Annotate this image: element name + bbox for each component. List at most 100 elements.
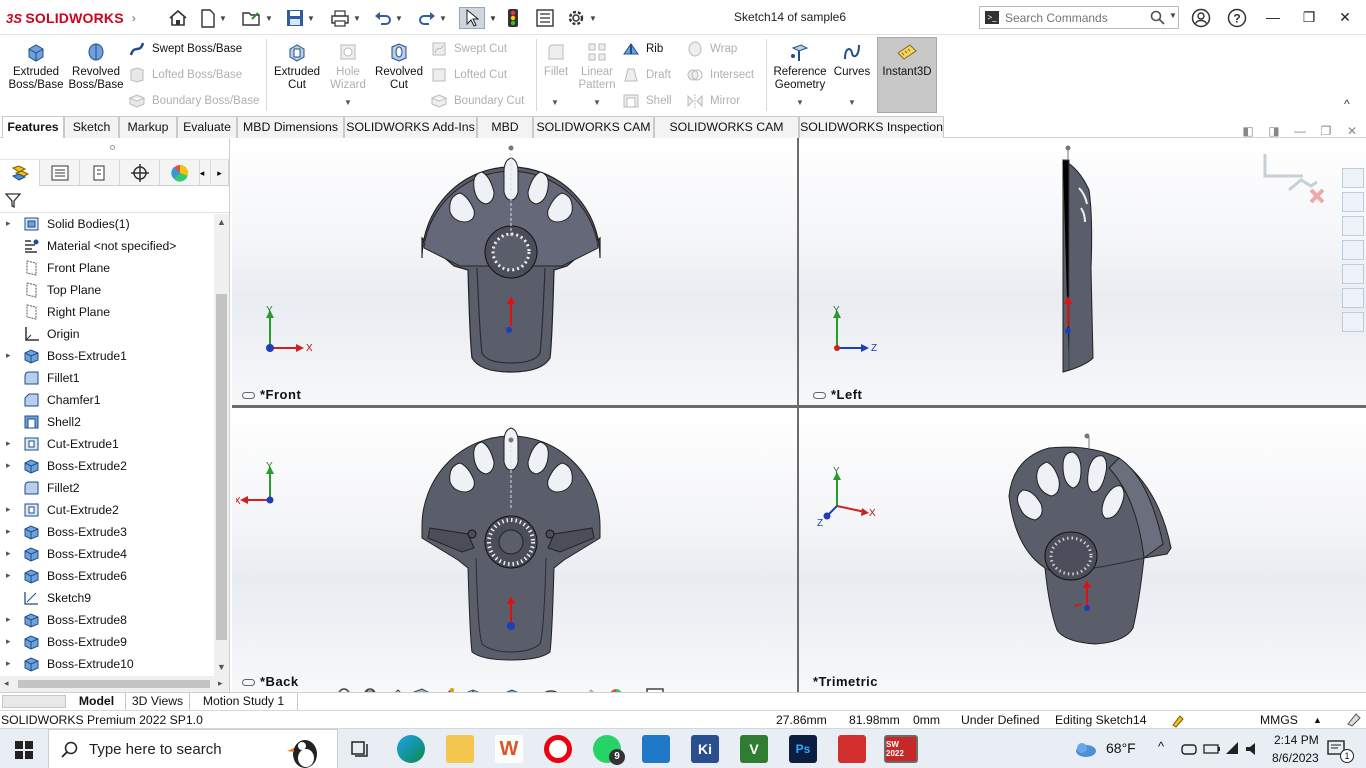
help-icon[interactable]: ? <box>1227 8 1247 28</box>
extruded-cut-button[interactable]: Extruded Cut <box>270 41 324 92</box>
task-view-icon[interactable] <box>351 740 371 758</box>
tab-solidworks-cam[interactable]: SOLIDWORKS CAM <box>533 116 654 138</box>
tab-markup[interactable]: Markup <box>119 116 177 138</box>
extruded-boss-button[interactable]: Extruded Boss/Base <box>6 41 66 92</box>
solidworks-logo[interactable]: 3S SOLIDWORKS › <box>6 8 136 28</box>
weather-temperature[interactable]: 68°F <box>1106 740 1136 756</box>
tree-item[interactable]: ▸ Boss-Extrude3 <box>0 521 214 543</box>
revolved-boss-button[interactable]: Revolved Boss/Base <box>66 41 126 92</box>
lofted-cut-button[interactable]: Lofted Cut <box>430 66 507 84</box>
minimize-button[interactable]: — <box>1258 6 1288 28</box>
select-cursor-icon[interactable] <box>459 7 485 29</box>
open-folder-icon[interactable]: ▼ <box>242 7 273 29</box>
volume-icon[interactable] <box>1244 740 1262 758</box>
restore-button[interactable]: ❐ <box>1294 6 1324 28</box>
hole-wizard-button[interactable]: Hole Wizard <box>322 41 374 92</box>
clock-time[interactable]: 2:14 PM <box>1274 733 1319 747</box>
expand-arrow-icon[interactable]: ▸ <box>6 438 11 449</box>
tree-item[interactable]: ▸ Solid Bodies(1) <box>0 214 214 235</box>
undo-icon[interactable]: ▼ <box>374 7 403 29</box>
search-icon[interactable] <box>1150 10 1165 25</box>
tree-item[interactable]: ▸ Boss-Extrude9 <box>0 631 214 653</box>
property-manager-tab-icon[interactable] <box>40 160 80 186</box>
select-dropdown-icon[interactable]: ▼ <box>489 7 497 29</box>
tree-vertical-scrollbar[interactable]: ▲ ▼ <box>214 214 229 676</box>
link-views-icon[interactable] <box>813 392 826 400</box>
search-commands-box[interactable]: >_ ▼ <box>979 6 1179 29</box>
tray-expand-icon[interactable]: ^ <box>1158 739 1164 754</box>
search-dropdown-icon[interactable]: ▼ <box>1169 11 1177 20</box>
expand-arrow-icon[interactable]: ▸ <box>6 548 11 559</box>
expand-arrow-icon[interactable]: ▸ <box>6 218 11 229</box>
mirror-button[interactable]: Mirror <box>686 92 740 110</box>
revolved-cut-button[interactable]: Revolved Cut <box>372 41 426 92</box>
instant3d-button[interactable]: Instant3D <box>877 37 937 113</box>
boundary-cut-button[interactable]: Boundary Cut <box>430 92 524 110</box>
opera-browser-icon[interactable] <box>544 735 572 763</box>
scroll-left-icon[interactable]: ◂ <box>4 678 9 689</box>
viewport-left[interactable]: Y Z *Left <box>799 138 1366 405</box>
draft-button[interactable]: Draft <box>622 66 671 84</box>
tree-item[interactable]: Chamfer1 <box>0 389 214 411</box>
viewport-splitter-vertical[interactable] <box>797 138 799 692</box>
windows-start-icon[interactable] <box>15 741 33 759</box>
whatsapp-icon[interactable]: 9 <box>593 735 625 765</box>
tab-solidworks-add-ins[interactable]: SOLIDWORKS Add-Ins <box>344 116 477 138</box>
tab-mbd[interactable]: MBD <box>477 116 533 138</box>
view-palette-icon[interactable] <box>1342 264 1364 284</box>
design-library-icon[interactable] <box>1342 216 1364 236</box>
tree-item[interactable]: Sketch9 <box>0 587 214 609</box>
tree-item[interactable]: Front Plane <box>0 257 214 279</box>
tree-item[interactable]: Origin <box>0 323 214 345</box>
tab-scroll-left-icon[interactable]: ◂ <box>194 160 211 186</box>
weather-icon[interactable] <box>1074 739 1098 759</box>
tree-item[interactable]: ▸ Boss-Extrude1 <box>0 345 214 367</box>
home-icon[interactable] <box>168 7 188 29</box>
tree-item[interactable]: ▸ Boss-Extrude10 <box>0 653 214 675</box>
redo-icon[interactable]: ▼ <box>418 7 447 29</box>
acrobat-icon[interactable] <box>838 735 866 763</box>
expand-arrow-icon[interactable]: ▸ <box>6 526 11 537</box>
tab-solidworks-inspection[interactable]: SOLIDWORKS Inspection <box>799 116 944 138</box>
feature-manager-tab-icon[interactable] <box>0 160 40 186</box>
units-dropdown-icon[interactable]: ▲ <box>1313 715 1322 725</box>
file-properties-icon[interactable] <box>536 7 554 29</box>
expand-arrow-icon[interactable]: ▸ <box>6 570 11 581</box>
link-views-icon[interactable] <box>242 679 255 687</box>
photoshop-icon[interactable]: Ps <box>789 735 817 763</box>
wifi-icon[interactable] <box>1224 740 1242 758</box>
chevron-right-icon[interactable]: › <box>132 11 136 25</box>
tab-mbd-dimensions[interactable]: MBD Dimensions <box>237 116 344 138</box>
scroll-down-icon[interactable]: ▼ <box>217 662 226 672</box>
viewport-restore-icon[interactable]: ❐ <box>1313 124 1339 138</box>
tree-item[interactable]: ▸ Boss-Extrude4 <box>0 543 214 565</box>
expand-arrow-icon[interactable]: ▸ <box>6 350 11 361</box>
tab-evaluate[interactable]: Evaluate <box>177 116 237 138</box>
solidworks-taskbar-icon[interactable]: SW 2022 <box>884 735 918 763</box>
tree-item[interactable]: ▸ Boss-Extrude2 <box>0 455 214 477</box>
clock-date[interactable]: 8/6/2023 <box>1272 751 1319 765</box>
dimxpert-manager-tab-icon[interactable] <box>120 160 160 186</box>
tree-item[interactable]: ▸ Boss-Extrude6 <box>0 565 214 587</box>
viewport-trimetric[interactable]: Y X Z *Trimetric <box>799 408 1366 692</box>
viewport-back[interactable]: ▼ ▼ ▼ ▼ ▼ Y X *Back <box>232 408 797 692</box>
swept-boss-button[interactable]: Swept Boss/Base <box>128 40 242 58</box>
expand-arrow-icon[interactable]: ▸ <box>6 636 11 647</box>
viewport-splitter-horizontal[interactable] <box>232 405 1366 408</box>
wrap-button[interactable]: Wrap <box>686 40 737 58</box>
expand-arrow-icon[interactable]: ▸ <box>6 504 11 515</box>
edge-browser-icon[interactable] <box>397 735 425 763</box>
tab-navigation-arrows[interactable] <box>2 695 66 708</box>
new-document-icon[interactable]: ▼ <box>200 7 227 29</box>
scroll-up-icon[interactable]: ▲ <box>217 217 226 227</box>
tree-item[interactable]: Top Plane <box>0 279 214 301</box>
tab-scroll-right-icon[interactable]: ▸ <box>211 160 229 186</box>
home-icon[interactable] <box>1342 192 1364 212</box>
tree-item[interactable]: ▸ Cut-Extrude2 <box>0 499 214 521</box>
confirmation-corner[interactable] <box>1261 150 1327 210</box>
boundary-boss-button[interactable]: Boundary Boss/Base <box>128 92 259 110</box>
battery-icon[interactable] <box>1203 741 1221 757</box>
collapse-ribbon-icon[interactable]: ^ <box>1344 97 1350 111</box>
rebuild-traffic-light-icon[interactable] <box>507 7 519 29</box>
expand-arrow-icon[interactable]: ▸ <box>6 658 11 669</box>
